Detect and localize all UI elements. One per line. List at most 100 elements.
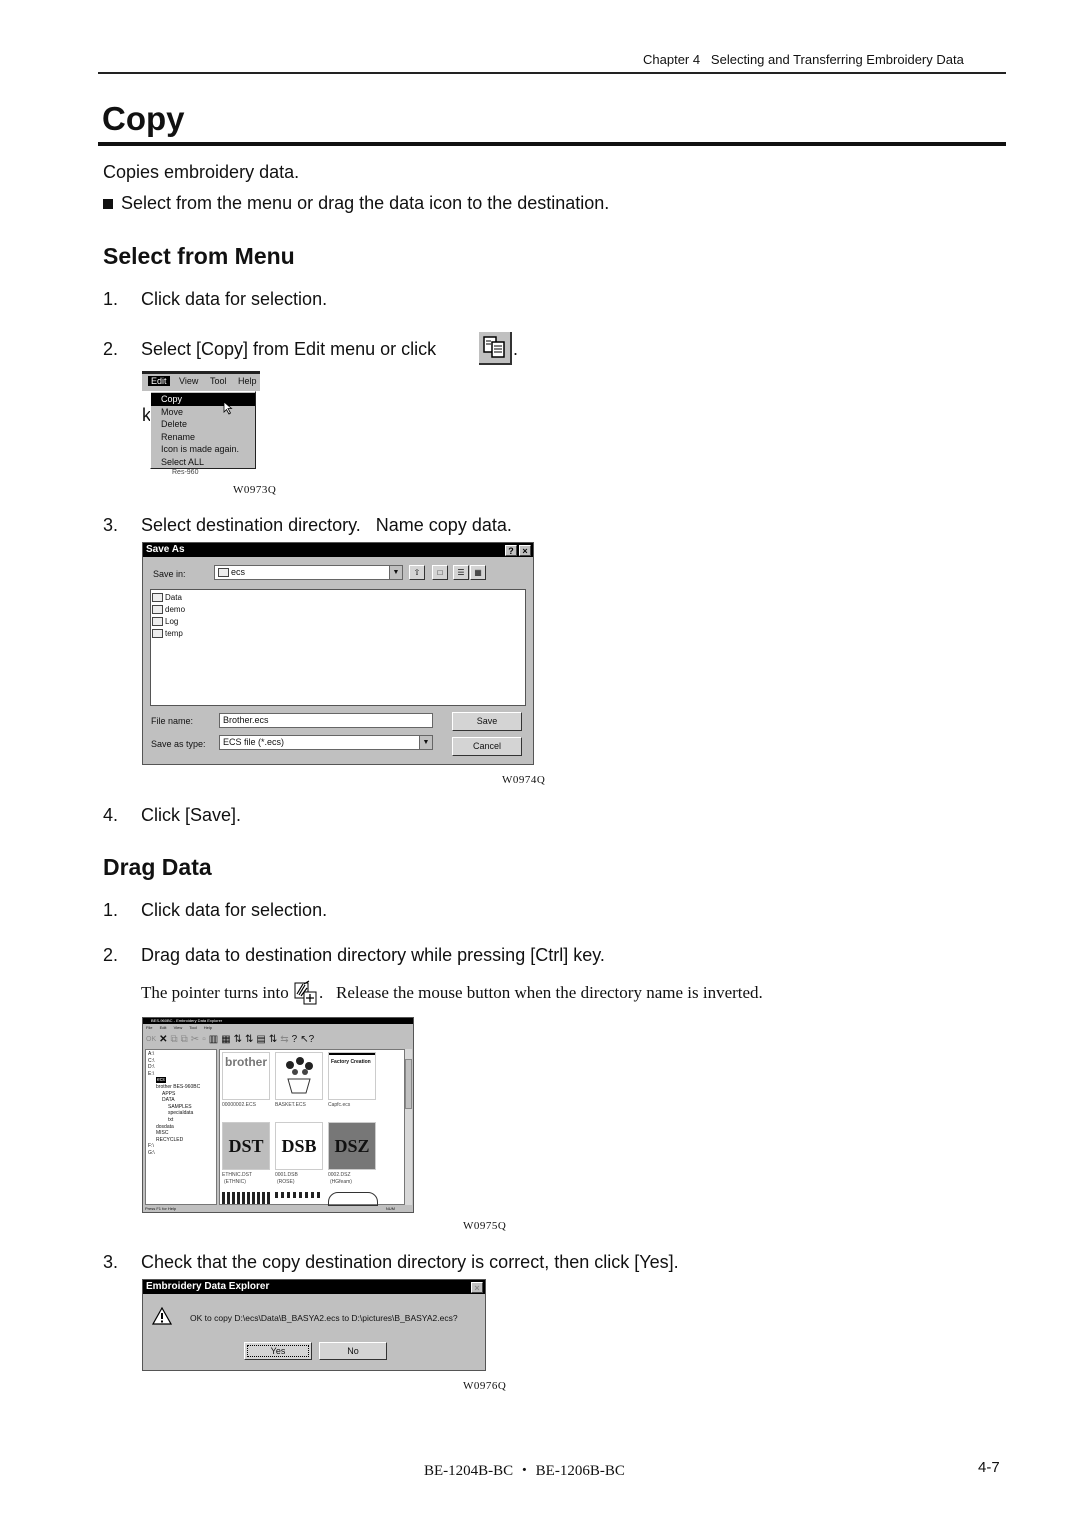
title-divider [98,142,1006,146]
close-button[interactable]: × [519,545,531,556]
tree-item[interactable]: txt [148,1117,214,1124]
pointer-note: The pointer turns into . Release the mou… [141,980,763,1006]
ok-icon[interactable]: OK [146,1036,156,1043]
thumbnail-pane: brother 00000002.ECS BASKET.ECS Factory … [219,1049,405,1206]
scrollbar-thumb[interactable] [405,1059,412,1109]
folder-list: Data demo Log temp [150,589,526,706]
context-help-icon[interactable]: ↖? [300,1034,314,1045]
delete-x-icon[interactable]: ✕ [159,1034,167,1045]
dropdown-arrow-icon[interactable]: ▼ [419,736,432,749]
step-text: Click data for selection. [141,289,328,309]
tree-item[interactable]: D:\ [148,1064,214,1071]
tree-item[interactable]: brother BES-960BC [148,1084,214,1091]
thumbnail-dst[interactable]: DST [222,1122,270,1170]
menu-item-delete[interactable]: Delete [151,418,255,431]
vertical-scrollbar[interactable] [405,1049,412,1205]
tree-item[interactable]: F:\ [148,1143,214,1150]
mouse-cursor-icon [223,401,233,415]
step-text: Select destination directory. Name copy … [141,515,512,535]
transfer-icon[interactable]: ⇆ [280,1034,288,1045]
help-icon[interactable]: ? [292,1034,298,1045]
menu-item-copy[interactable]: Copy [151,393,255,406]
save-in-dropdown[interactable]: ecs ▼ [214,565,403,580]
help-button[interactable]: ? [505,545,517,556]
step-number: 3. [103,1252,119,1272]
cancel-button[interactable]: Cancel [452,737,522,756]
confirm-message: OK to copy D:\ecs\Data\B_BASYA2.ecs to D… [190,1313,458,1323]
no-button[interactable]: No [319,1342,387,1360]
menu-tool[interactable]: Tool [189,1025,196,1030]
up-one-level-icon[interactable]: ⇧ [409,565,425,580]
icon-view-icon[interactable]: ▦ [221,1034,230,1045]
yes-button[interactable]: Yes [244,1342,312,1360]
menu-item-select-all[interactable]: Select ALL [151,456,255,469]
tree-item[interactable]: C:\ [148,1058,214,1065]
file-name-input[interactable]: Brother.ecs [219,713,433,728]
menu-edit[interactable]: Edit [148,376,170,386]
tree-item[interactable]: RECYCLED [148,1137,214,1144]
sort-size-icon[interactable]: ▤ [256,1034,265,1045]
save-button[interactable]: Save [452,712,522,731]
menu-item-rename[interactable]: Rename [151,431,255,444]
figure-caption: W0975Q [463,1220,507,1232]
list-view-icon[interactable]: ▥ [209,1034,218,1045]
new-folder-icon[interactable]: □ [432,565,448,580]
sort-name-icon[interactable]: ⇅ [234,1034,242,1045]
menu-file[interactable]: File [146,1025,152,1030]
thumbnail-dsb[interactable]: DSB [275,1122,323,1170]
folder-item[interactable]: Data [152,592,524,604]
folder-item[interactable]: Log [152,616,524,628]
cut-icon[interactable]: ✂ [191,1034,199,1045]
list-view-icon[interactable]: ☰ [453,565,469,580]
folder-item[interactable]: temp [152,628,524,640]
thumbnail-art: Factory Creation [329,1053,375,1069]
tree-item-selected[interactable]: ecs [148,1077,214,1084]
dialog-title: Embroidery Data Explorer [146,1281,270,1292]
menu-item-icon-made-again[interactable]: Icon is made again. [151,443,255,456]
thumbnail-partial[interactable] [222,1192,270,1204]
menu-view[interactable]: View [179,376,198,386]
details-view-icon[interactable]: ▦ [470,565,486,580]
copy-icon[interactable] [479,332,512,365]
dropdown-arrow-icon[interactable]: ▼ [389,566,402,579]
sort-date-icon[interactable]: ⇅ [269,1034,277,1045]
close-button[interactable]: × [471,1282,483,1293]
thumbnail-factory-creation[interactable]: Factory Creation [328,1052,376,1100]
folder-name: temp [165,629,183,638]
thumbnail-partial[interactable] [328,1192,378,1206]
menu-help[interactable]: Help [238,376,257,386]
step-number: 4. [103,805,119,825]
menu-edit[interactable]: Edit [160,1025,167,1030]
thumbnail-dsz[interactable]: DSZ [328,1122,376,1170]
file-name-label: File name: [151,716,194,726]
menu-tool[interactable]: Tool [210,376,227,386]
menu-item-move[interactable]: Move [151,406,255,419]
thumbnail-label: ETHNIC.DST [222,1172,252,1178]
copy-icon[interactable]: ⧉ [171,1034,178,1045]
tree-item[interactable]: E:\ [148,1071,214,1078]
thumbnail-label: 00000002.ECS [222,1102,256,1108]
thumbnail-art: brother [225,1055,267,1069]
folder-item[interactable]: demo [152,604,524,616]
tree-item[interactable]: SAMPLES [148,1104,214,1111]
thumbnail-brother[interactable]: brother [222,1052,270,1100]
thumbnail-label: Capfc.ecs [328,1102,351,1108]
thumbnail-basket[interactable] [275,1052,323,1100]
properties-icon[interactable]: ▫ [202,1034,206,1045]
sort-type-icon[interactable]: ⇅ [245,1034,253,1045]
tree-item[interactable]: specialdata [148,1110,214,1117]
drag-copy-pointer-icon [293,980,319,1006]
tree-item[interactable]: DATA [148,1097,214,1104]
tree-item[interactable]: G:\ [148,1150,214,1157]
tree-item[interactable]: A:\ [148,1051,214,1058]
tree-item[interactable]: APPS [148,1091,214,1098]
menu-view[interactable]: View [174,1025,183,1030]
paste-icon[interactable]: ⧉ [181,1034,188,1045]
menu-help[interactable]: Help [204,1025,212,1030]
folder-name: Data [165,593,182,602]
footer-model: BE-1204B-BC ・ BE-1206B-BC [424,1463,625,1479]
save-as-type-dropdown[interactable]: ECS file (*.ecs) ▼ [219,735,433,750]
tree-item[interactable]: dosdata [148,1124,214,1131]
tree-item[interactable]: MISC [148,1130,214,1137]
thumbnail-partial[interactable] [275,1192,323,1198]
